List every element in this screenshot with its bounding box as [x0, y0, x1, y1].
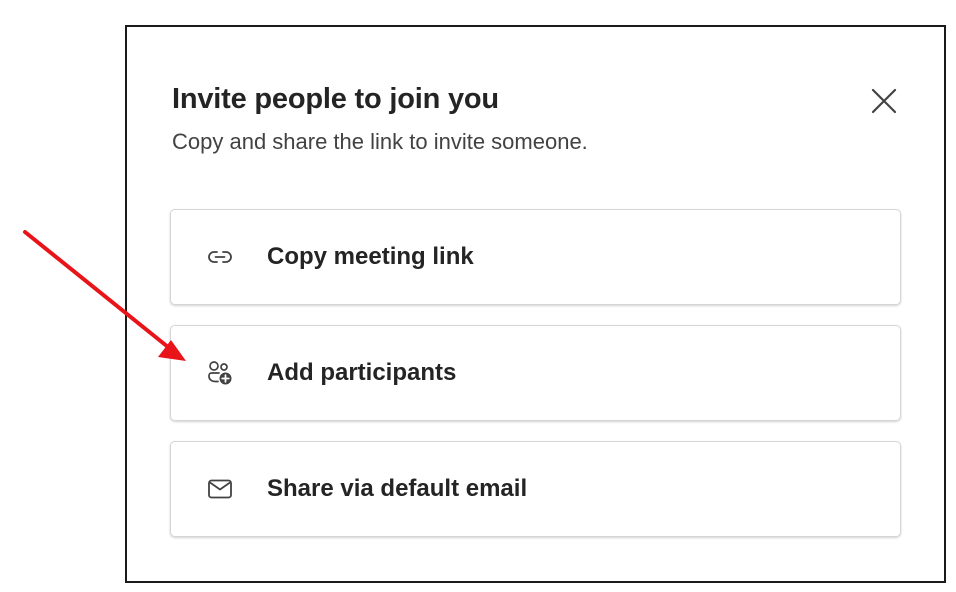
close-button[interactable]	[867, 84, 901, 118]
add-participants-button[interactable]: Add participants	[170, 325, 901, 421]
dialog-subtitle: Copy and share the link to invite someon…	[172, 129, 588, 154]
screenshot-stage: Invite people to join you Copy and share…	[0, 0, 956, 592]
invite-dialog: Invite people to join you Copy and share…	[125, 25, 946, 583]
copy-meeting-link-button[interactable]: Copy meeting link	[170, 209, 901, 305]
share-via-email-button[interactable]: Share via default email	[170, 441, 901, 537]
copy-meeting-link-label: Copy meeting link	[267, 243, 474, 270]
add-participants-label: Add participants	[267, 359, 457, 386]
share-via-email-label: Share via default email	[267, 475, 528, 502]
add-people-icon	[207, 360, 233, 386]
dialog-title: Invite people to join you	[172, 83, 499, 115]
link-icon	[207, 244, 233, 270]
close-icon	[871, 88, 897, 114]
mail-icon	[207, 476, 233, 502]
